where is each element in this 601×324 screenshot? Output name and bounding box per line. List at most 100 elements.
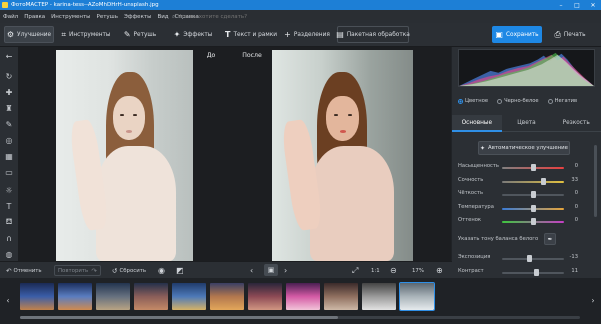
mode-color-radio[interactable]: Цветное bbox=[458, 98, 488, 104]
slider-label: Чёткость bbox=[458, 190, 484, 196]
filmstrip-next-icon[interactable]: › bbox=[589, 289, 597, 311]
filmstrip-thumbnail[interactable] bbox=[324, 283, 358, 310]
menu-edit[interactable]: Правка bbox=[21, 14, 48, 20]
vignette-icon[interactable]: ▭ bbox=[4, 167, 14, 177]
slider-value: 33 bbox=[571, 176, 578, 183]
magic-wand-icon: ✦ bbox=[173, 30, 181, 39]
radial-icon[interactable]: ◎ bbox=[4, 135, 14, 145]
stamp-icon[interactable]: ♜ bbox=[4, 103, 14, 113]
close-button[interactable]: ✕ bbox=[585, 0, 601, 10]
panel-scrollbar[interactable] bbox=[594, 145, 597, 217]
maximize-button[interactable]: □ bbox=[569, 0, 585, 10]
globe-icon[interactable]: ◍ bbox=[4, 249, 14, 259]
plus-icon: + bbox=[284, 30, 291, 39]
brush-icon[interactable]: ✎ bbox=[4, 119, 14, 129]
slider-row: Температура 0 bbox=[458, 204, 578, 213]
slider-track[interactable] bbox=[502, 269, 564, 276]
zoom-ratio-button[interactable]: 1:1 bbox=[371, 265, 380, 276]
after-label: После bbox=[232, 50, 272, 60]
minimize-button[interactable]: – bbox=[553, 0, 569, 10]
batch-processing-label: Пакетная обработка bbox=[346, 31, 410, 38]
slider-track[interactable] bbox=[502, 218, 564, 225]
tab-split[interactable]: + Разделения bbox=[283, 26, 331, 43]
filmstrip-scroll-thumb[interactable] bbox=[20, 316, 338, 319]
reset-button[interactable]: ↺ Сбросить bbox=[112, 265, 146, 276]
mode-bw-radio[interactable]: Черно-белое bbox=[497, 98, 539, 104]
compare-icon[interactable]: ◩ bbox=[176, 265, 184, 276]
slider-track[interactable] bbox=[502, 177, 564, 185]
slider-handle[interactable] bbox=[531, 191, 536, 198]
tab-effects[interactable]: ✦ Эффекты bbox=[170, 26, 216, 43]
zoom-in-icon[interactable]: ⊕ bbox=[436, 265, 443, 276]
tab-basic[interactable]: Основные bbox=[452, 115, 502, 132]
back-arrow-icon[interactable]: ← bbox=[4, 51, 14, 61]
slider-handle[interactable] bbox=[531, 218, 536, 225]
eye-icon[interactable]: ◉ bbox=[158, 265, 165, 276]
filmstrip-thumbnail[interactable] bbox=[134, 283, 168, 310]
menu-retouch[interactable]: Ретушь bbox=[94, 14, 121, 20]
slider-track[interactable] bbox=[502, 204, 564, 212]
menu-bar: Файл Правка Инструменты Ретушь Эффекты В… bbox=[0, 10, 601, 23]
window-title: ФотоМАСТЕР - karina-tess--AZoMhDHrH-unsp… bbox=[11, 2, 159, 8]
filmstrip-thumbnail[interactable] bbox=[248, 283, 282, 310]
filmstrip-thumbnail[interactable] bbox=[362, 283, 396, 310]
slider-track[interactable] bbox=[502, 164, 564, 171]
slider-label: Контраст bbox=[458, 268, 484, 274]
slider-handle[interactable] bbox=[531, 164, 536, 171]
menu-tools[interactable]: Инструменты bbox=[48, 14, 93, 20]
menu-effects[interactable]: Эффекты bbox=[121, 14, 155, 20]
save-button[interactable]: ▣ Сохранить bbox=[492, 26, 542, 43]
text-icon: T bbox=[225, 30, 231, 39]
menu-file[interactable]: Файл bbox=[0, 14, 21, 20]
filmstrip-thumbnail[interactable] bbox=[210, 283, 244, 310]
tab-text-frames[interactable]: T Текст и рамки bbox=[223, 26, 279, 43]
slider-handle[interactable] bbox=[531, 204, 536, 212]
slider-handle[interactable] bbox=[540, 177, 546, 185]
print-button[interactable]: ⎙ Печать bbox=[548, 26, 592, 43]
slider-handle[interactable] bbox=[527, 255, 533, 262]
filmstrip-thumbnail[interactable] bbox=[399, 282, 435, 311]
tab-tools[interactable]: ⌗ Инструменты bbox=[58, 26, 114, 43]
eyedropper-icon[interactable]: ✒ bbox=[544, 233, 556, 245]
menu-view[interactable]: Вид bbox=[154, 14, 171, 20]
filmstrip-thumbnail[interactable] bbox=[58, 283, 92, 310]
tab-enhance[interactable]: ⚙ Улучшение bbox=[4, 26, 54, 43]
batch-processing-button[interactable]: ▤ Пакетная обработка bbox=[336, 26, 410, 43]
slider-track[interactable] bbox=[502, 255, 564, 262]
search-input[interactable] bbox=[177, 13, 308, 20]
filmstrip-thumbnail[interactable] bbox=[172, 283, 206, 310]
tab-text-frames-label: Текст и рамки bbox=[233, 31, 277, 38]
tab-sharpness[interactable]: Резкость bbox=[551, 115, 601, 132]
filmstrip-prev-icon[interactable]: ‹ bbox=[4, 289, 12, 311]
filmstrip-thumbnail[interactable] bbox=[20, 283, 54, 310]
auto-enhance-button[interactable]: ✦ Автоматическое улучшение bbox=[478, 141, 570, 155]
prev-arrow-icon[interactable]: ‹ bbox=[250, 265, 253, 276]
gradient-icon[interactable]: ▦ bbox=[4, 151, 14, 161]
tab-retouch[interactable]: ✎ Ретушь bbox=[120, 26, 160, 43]
radio-icon bbox=[497, 98, 503, 104]
zoom-out-icon[interactable]: ⊖ bbox=[390, 265, 397, 276]
mode-negative-radio[interactable]: Негатив bbox=[547, 98, 578, 104]
magnet-icon[interactable]: ∩ bbox=[4, 233, 14, 243]
save-label: Сохранить bbox=[505, 31, 539, 38]
single-view-icon[interactable]: ▣ bbox=[264, 264, 278, 276]
filmstrip-thumbnail[interactable] bbox=[286, 283, 320, 310]
tab-colors[interactable]: Цвета bbox=[501, 115, 552, 132]
redo-button[interactable]: Повторить ↷ bbox=[54, 265, 101, 276]
rotate-icon[interactable]: ↻ bbox=[4, 71, 14, 81]
bandage-icon[interactable]: ✚ bbox=[4, 87, 14, 97]
fit-screen-icon[interactable]: ⤢ bbox=[352, 265, 358, 276]
slider-handle[interactable] bbox=[534, 269, 540, 276]
mode-negative-label: Негатив bbox=[554, 98, 578, 104]
next-arrow-icon[interactable]: › bbox=[284, 265, 287, 276]
filmstrip-thumbnail[interactable] bbox=[96, 283, 130, 310]
undo-button[interactable]: ↶ Отменить bbox=[6, 265, 42, 276]
reset-icon: ↺ bbox=[112, 266, 118, 275]
reset-label: Сбросить bbox=[119, 267, 147, 274]
slider-track[interactable] bbox=[502, 191, 564, 198]
text-icon[interactable]: T bbox=[4, 201, 14, 211]
light-icon[interactable]: ☼ bbox=[4, 185, 14, 195]
fill-icon[interactable]: ⛾ bbox=[4, 217, 14, 227]
filmstrip-scrollbar[interactable] bbox=[20, 316, 580, 319]
save-icon: ▣ bbox=[495, 30, 503, 39]
